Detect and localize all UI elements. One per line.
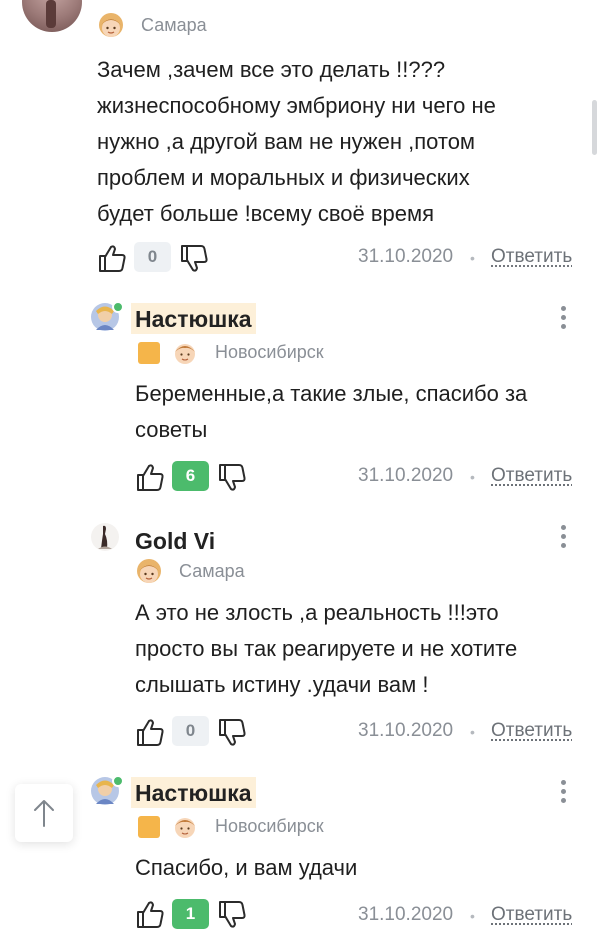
user-name[interactable]: Gold Vi	[135, 528, 215, 555]
reply-link[interactable]: Ответить	[491, 904, 572, 926]
status-badge	[138, 816, 160, 838]
user-name-text: Настюшка	[131, 777, 256, 808]
separator-dot: •	[470, 908, 475, 924]
boy-level-icon	[175, 344, 195, 364]
user-city: Самара	[179, 561, 245, 581]
comment-text: Зачем ,зачем все это делать !!??? жизнес…	[97, 52, 577, 232]
thumbs-up-icon[interactable]	[96, 242, 128, 274]
comment-line: будет больше !всему своё время	[97, 201, 435, 226]
like-count: 0	[172, 716, 209, 746]
comment-date: 31.10.2020	[358, 904, 454, 925]
thumbs-down-icon[interactable]	[178, 243, 210, 275]
separator-dot: •	[470, 724, 475, 740]
thumbs-down-icon[interactable]	[216, 462, 248, 494]
comment-line: Зачем ,зачем все это делать !!???	[97, 57, 446, 82]
arrow-up-icon	[34, 800, 54, 827]
user-name[interactable]: Настюшка	[131, 303, 256, 334]
thumbs-up-icon[interactable]	[134, 898, 166, 930]
girl-level-icon	[137, 559, 161, 583]
thumbs-up-icon[interactable]	[134, 461, 166, 493]
comment-date: 31.10.2020	[358, 720, 454, 741]
reply-link[interactable]: Ответить	[491, 246, 572, 268]
user-city: Новосибирск	[215, 816, 324, 836]
thumbs-down-icon[interactable]	[216, 899, 248, 931]
comment-line: советы	[135, 417, 208, 442]
more-dots-icon[interactable]	[558, 306, 568, 332]
like-count: 6	[172, 461, 209, 491]
comment-line: Беременные,а такие злые, спасибо за	[135, 381, 528, 406]
comment-date: 31.10.2020	[358, 465, 454, 486]
comment-line: Спасибо, и вам удачи	[135, 855, 358, 880]
comment-text: Беременные,а такие злые, спасибо за сове…	[135, 376, 580, 448]
comment-line: слышать истину .удачи вам !	[135, 672, 429, 697]
user-avatar[interactable]	[90, 522, 120, 552]
scrollbar[interactable]	[592, 100, 597, 155]
more-dots-icon[interactable]	[558, 525, 568, 551]
comment-line: проблем и моральных и физических	[97, 165, 470, 190]
user-city: Новосибирск	[215, 342, 324, 362]
online-indicator	[112, 301, 124, 313]
boy-level-icon	[175, 818, 195, 838]
status-badge	[138, 342, 160, 364]
thumbs-up-icon[interactable]	[134, 716, 166, 748]
reply-link[interactable]: Ответить	[491, 720, 572, 742]
comment-line: жизнеспособному эмбриону ни чего не	[97, 93, 496, 118]
comment-line: А это не злость ,а реальность !!!это	[135, 600, 499, 625]
user-name[interactable]: Настюшка	[131, 777, 256, 808]
comment-date: 31.10.2020	[358, 246, 454, 267]
user-city: Самара	[141, 15, 207, 35]
separator-dot: •	[470, 250, 475, 266]
more-dots-icon[interactable]	[558, 780, 568, 806]
girl-level-icon	[99, 13, 123, 37]
comment-line: просто вы так реагируете и не хотите	[135, 636, 518, 661]
comment-line: нужно ,а другой вам не нужен ,потом	[97, 129, 476, 154]
user-name-text: Настюшка	[131, 303, 256, 334]
separator-dot: •	[470, 469, 475, 485]
reply-link[interactable]: Ответить	[491, 465, 572, 487]
like-count: 0	[134, 242, 171, 272]
scroll-to-top-button[interactable]	[15, 784, 73, 842]
comment-text: Спасибо, и вам удачи	[135, 850, 580, 886]
user-avatar[interactable]	[22, 0, 82, 32]
online-indicator	[112, 775, 124, 787]
comment-text: А это не злость ,а реальность !!!это про…	[135, 595, 580, 703]
like-count: 1	[172, 899, 209, 929]
thumbs-down-icon[interactable]	[216, 717, 248, 749]
